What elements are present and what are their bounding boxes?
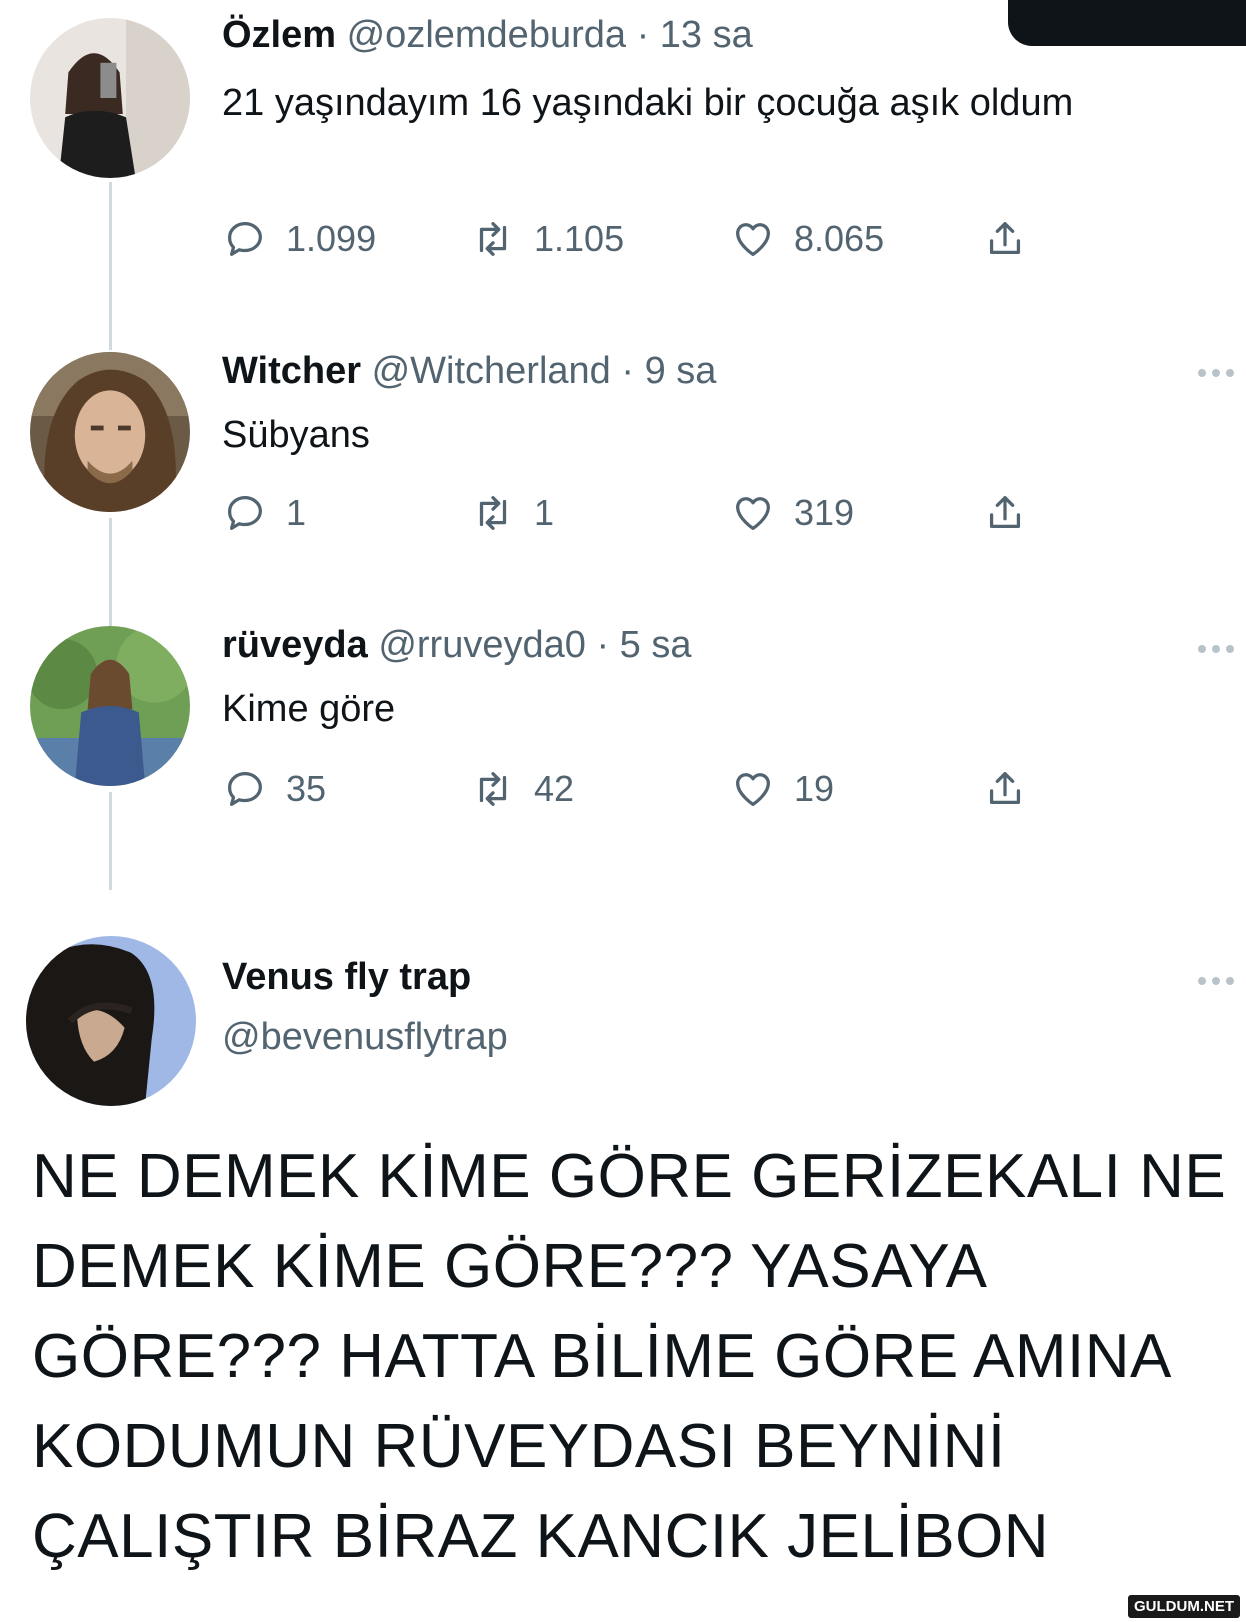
heart-icon (736, 223, 770, 256)
avatar-photo (30, 18, 190, 178)
avatar[interactable] (30, 18, 190, 178)
like-button[interactable]: 319 (730, 488, 854, 538)
user-handle[interactable]: @bevenusflytrap (222, 1016, 508, 1059)
retweet-arrows-icon (479, 222, 507, 256)
tweet-text: Sübyans (222, 414, 370, 456)
avatar-photo (30, 352, 190, 512)
speech-bubble-icon (228, 222, 262, 256)
user-handle[interactable]: @rruveyda0 (378, 624, 586, 666)
separator-dot: · (636, 14, 650, 56)
user-handle[interactable]: @Witcherland (372, 350, 611, 392)
timestamp[interactable]: 13 sa (660, 14, 753, 56)
heart-icon (736, 773, 770, 806)
display-name[interactable]: Venus fly trap (222, 956, 471, 999)
retweet-count: 42 (534, 768, 575, 809)
like-button[interactable]: 8.065 (730, 214, 884, 264)
share-upload-icon (989, 496, 1021, 529)
tweet-text: 21 yaşındayım 16 yaşındaki bir çocuğa aş… (222, 82, 1074, 124)
tweet-actions: 1 1 319 (222, 488, 1082, 538)
retweet-button[interactable]: 42 (470, 764, 574, 814)
like-button[interactable]: 19 (730, 764, 834, 814)
tweet[interactable]: Witcher @Witcherland · 9 sa Sübyans 1 1 … (0, 340, 1246, 560)
main-tweet-text: NE DEMEK KİME GÖRE GERİZEKALI NE DEMEK K… (32, 1142, 1227, 1571)
avatar-photo (26, 936, 196, 1106)
retweet-button[interactable]: 1 (470, 488, 554, 538)
tweet-actions: 1.099 1.105 8.065 (222, 214, 1082, 264)
tweet-header: Özlem @ozlemdeburda · 13 sa (222, 14, 753, 57)
tweet-actions: 35 42 19 (222, 764, 1082, 814)
display-name[interactable]: Özlem (222, 14, 336, 56)
tweet-header: rüveyda @rruveyda0 · 5 sa (222, 624, 691, 667)
retweet-arrows-icon (479, 496, 507, 530)
share-button[interactable] (982, 764, 1028, 814)
retweet-count: 1.105 (534, 218, 625, 259)
avatar[interactable] (26, 936, 196, 1106)
user-handle[interactable]: @ozlemdeburda (347, 14, 626, 56)
retweet-count: 1 (534, 492, 555, 533)
reply-count: 1 (286, 492, 307, 533)
avatar[interactable] (30, 352, 190, 512)
like-count: 19 (794, 768, 835, 809)
share-upload-icon (989, 222, 1021, 255)
reply-button[interactable]: 1 (222, 488, 306, 538)
tweet-text: Kime göre (222, 688, 396, 730)
watermark: GULDUM.NET (1128, 1595, 1240, 1618)
display-name[interactable]: rüveyda (222, 624, 368, 666)
retweet-arrows-icon (479, 772, 507, 806)
timestamp[interactable]: 5 sa (620, 624, 692, 666)
more-dots-icon[interactable] (1198, 366, 1242, 380)
tweet[interactable]: rüveyda @rruveyda0 · 5 sa Kime göre 35 4… (0, 624, 1246, 844)
share-upload-icon (989, 772, 1021, 805)
like-count: 319 (794, 492, 855, 533)
more-dots-icon[interactable] (1198, 642, 1242, 656)
more-dots-icon[interactable] (1198, 974, 1242, 988)
tweet-header: Witcher @Witcherland · 9 sa (222, 350, 716, 393)
display-name[interactable]: Witcher (222, 350, 361, 392)
like-count: 8.065 (794, 218, 885, 259)
avatar[interactable] (30, 626, 190, 786)
timestamp[interactable]: 9 sa (645, 350, 717, 392)
speech-bubble-icon (228, 496, 262, 530)
heart-icon (736, 497, 770, 530)
reply-count: 1.099 (286, 218, 377, 259)
avatar-photo (30, 626, 190, 786)
retweet-button[interactable]: 1.105 (470, 214, 624, 264)
speech-bubble-icon (228, 772, 262, 806)
share-button[interactable] (982, 214, 1028, 264)
tweet[interactable]: Özlem @ozlemdeburda · 13 sa 21 yaşındayı… (0, 0, 1246, 300)
share-button[interactable] (982, 488, 1028, 538)
reply-button[interactable]: 35 (222, 764, 326, 814)
reply-button[interactable]: 1.099 (222, 214, 376, 264)
reply-count: 35 (286, 768, 327, 809)
separator-dot: · (596, 624, 610, 666)
separator-dot: · (621, 350, 635, 392)
